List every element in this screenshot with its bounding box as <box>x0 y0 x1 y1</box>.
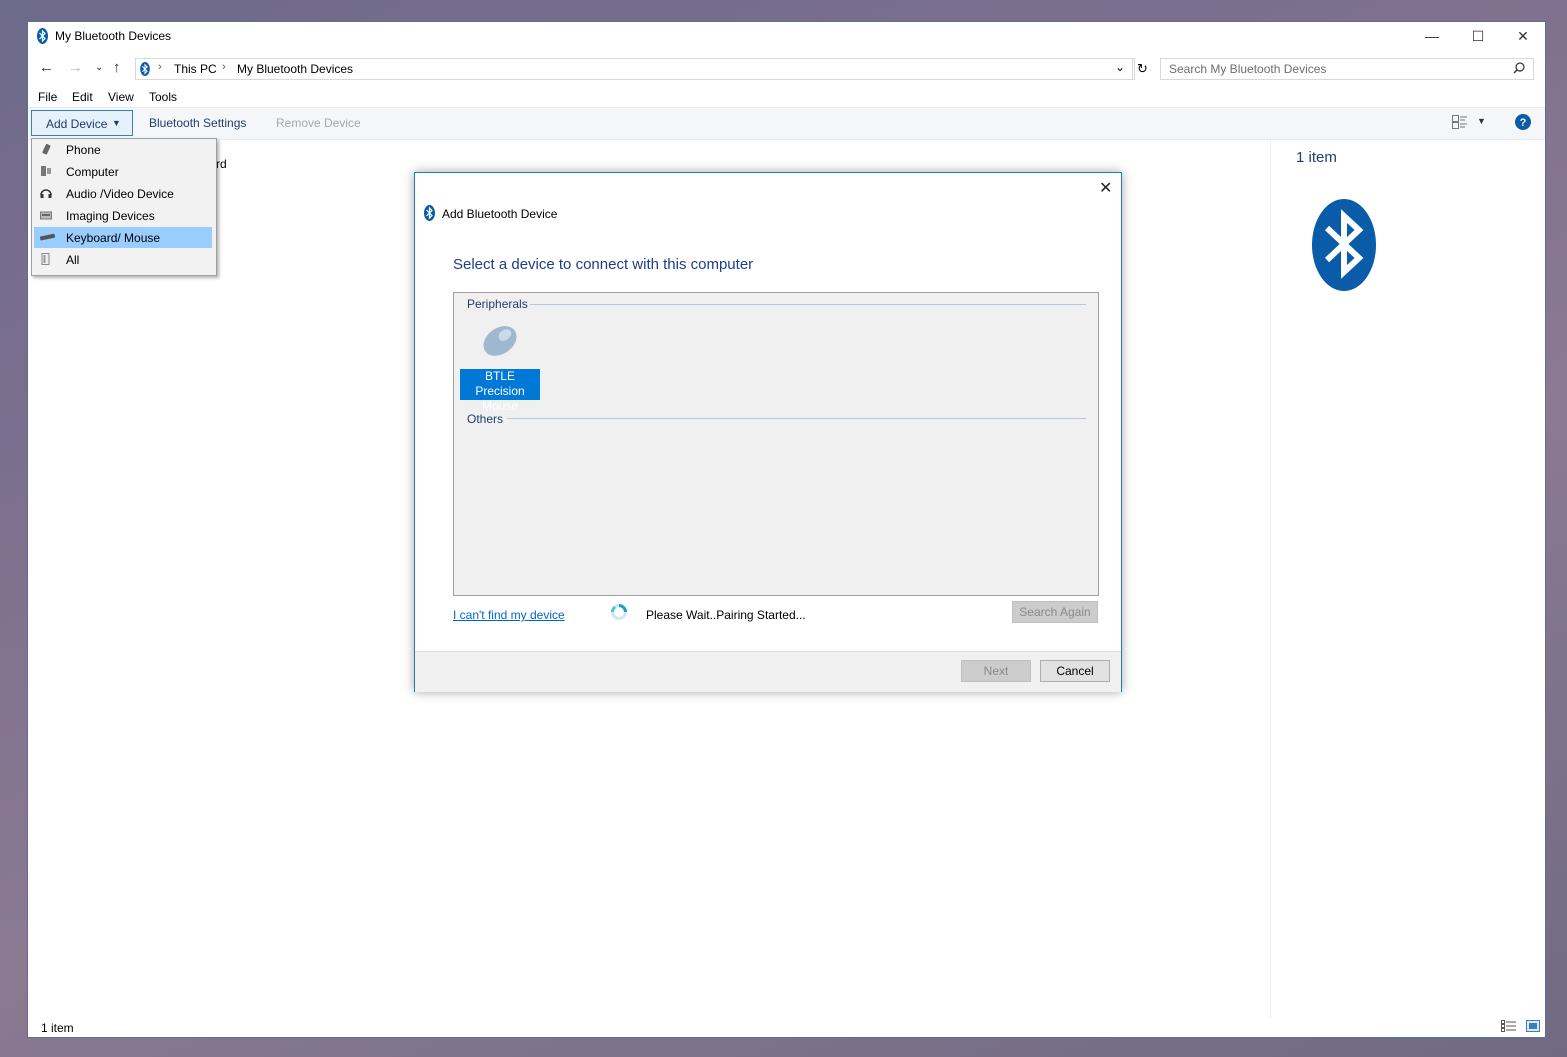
svg-text:?: ? <box>1520 117 1527 129</box>
add-device-dropdown-menu: Phone Computer Audio /Video Device Imagi… <box>31 138 217 276</box>
headphones-icon <box>40 187 52 199</box>
maximize-button[interactable]: ☐ <box>1455 22 1501 52</box>
menu-item-label: Phone <box>66 143 101 157</box>
menu-item-label: Keyboard/ Mouse <box>66 231 161 245</box>
remove-device-button[interactable]: Remove Device <box>276 116 361 130</box>
loading-spinner-icon <box>610 603 628 624</box>
phone-icon <box>40 143 52 155</box>
all-devices-icon <box>40 253 52 265</box>
breadcrumb-separator-icon: › <box>158 61 162 73</box>
group-divider <box>507 418 1086 419</box>
add-device-button[interactable]: Add Device ▼ <box>31 110 133 136</box>
menu-view[interactable]: View <box>108 90 134 104</box>
cant-find-device-link[interactable]: I can't find my device <box>453 608 565 622</box>
menu-file[interactable]: File <box>38 90 57 104</box>
menu-item-computer[interactable]: Computer <box>34 161 212 182</box>
recent-locations-chevron-icon[interactable]: ⌄ <box>95 62 103 73</box>
menu-tools[interactable]: Tools <box>149 90 177 104</box>
bluetooth-location-icon <box>140 62 150 79</box>
up-arrow-icon[interactable]: ↑ <box>113 59 121 76</box>
address-row: ← → ⌄ ↑ › This PC › My Bluetooth Devices… <box>28 56 1545 82</box>
dialog-close-button[interactable]: ✕ <box>1099 178 1112 198</box>
window-title: My Bluetooth Devices <box>55 29 172 43</box>
address-dropdown-chevron-icon[interactable]: ⌄ <box>1115 60 1125 74</box>
search-again-button[interactable]: Search Again <box>1012 601 1098 623</box>
details-item-count: 1 item <box>1296 149 1337 166</box>
bluetooth-large-icon <box>1311 198 1377 295</box>
title-bar: My Bluetooth Devices — ☐ ✕ <box>28 22 1545 52</box>
device-name-line1: BTLE Precision <box>475 369 525 398</box>
mouse-icon <box>478 321 522 364</box>
menu-edit[interactable]: Edit <box>72 90 93 104</box>
search-icon[interactable] <box>1513 62 1525 77</box>
help-icon[interactable]: ? <box>1515 114 1531 133</box>
address-bar[interactable]: › This PC › My Bluetooth Devices ⌄ ↻ <box>135 58 1148 80</box>
breadcrumb-separator-icon: › <box>222 61 226 73</box>
add-device-label: Add Device <box>46 117 108 131</box>
view-toggle-icons <box>1501 1020 1541 1035</box>
cancel-button[interactable]: Cancel <box>1040 660 1110 682</box>
close-button[interactable]: ✕ <box>1500 22 1546 52</box>
menu-item-label: All <box>66 253 80 267</box>
divider <box>1132 59 1133 79</box>
dialog-title: Add Bluetooth Device <box>442 207 558 221</box>
forward-arrow-icon[interactable]: → <box>68 59 83 76</box>
search-placeholder: Search My Bluetooth Devices <box>1169 62 1327 76</box>
menu-item-label: Computer <box>66 165 119 179</box>
device-name-label: BTLE Precision Mouse <box>460 369 540 413</box>
status-bar-item-count: 1 item <box>41 1021 74 1035</box>
menu-item-label: Audio /Video Device <box>66 187 174 201</box>
computer-icon <box>40 165 52 177</box>
back-arrow-icon[interactable]: ← <box>39 59 54 76</box>
command-bar: Add Device ▼ Bluetooth Settings Remove D… <box>28 107 1545 140</box>
menu-item-keyboard-mouse[interactable]: Keyboard/ Mouse <box>34 227 212 248</box>
group-others-label: Others <box>467 412 504 426</box>
bluetooth-settings-button[interactable]: Bluetooth Settings <box>149 116 246 130</box>
scanner-icon <box>40 209 52 221</box>
dropdown-arrow-icon: ▼ <box>112 118 121 128</box>
minimize-button[interactable]: — <box>1409 22 1455 52</box>
breadcrumb-my-bluetooth-devices[interactable]: My Bluetooth Devices <box>237 62 353 76</box>
view-options-arrow-icon[interactable]: ▼ <box>1477 116 1486 126</box>
device-list: Peripherals BTLE Precision Mouse Others <box>453 292 1099 596</box>
add-bluetooth-device-dialog: ✕ Add Bluetooth Device Select a device t… <box>414 172 1122 692</box>
dialog-footer: Next Cancel <box>415 651 1121 692</box>
dialog-heading: Select a device to connect with this com… <box>453 256 754 273</box>
details-pane-divider <box>1270 138 1271 1018</box>
change-view-icon[interactable] <box>1452 115 1468 132</box>
next-button[interactable]: Next <box>961 660 1031 682</box>
keyboard-icon <box>39 231 56 243</box>
details-view-icon[interactable] <box>1501 1020 1517 1035</box>
large-icons-view-icon[interactable] <box>1526 1020 1541 1035</box>
menu-item-all[interactable]: All <box>34 249 212 270</box>
bluetooth-icon <box>424 205 435 224</box>
pairing-status-text: Please Wait..Pairing Started... <box>646 608 806 622</box>
menu-item-imaging[interactable]: Imaging Devices <box>34 205 212 226</box>
menu-item-phone[interactable]: Phone <box>34 139 212 160</box>
background-list-fragment: rd <box>216 157 227 171</box>
refresh-icon[interactable]: ↻ <box>1137 61 1148 77</box>
bluetooth-icon <box>37 28 48 47</box>
search-input[interactable]: Search My Bluetooth Devices <box>1160 58 1534 80</box>
menu-item-audio-video[interactable]: Audio /Video Device <box>34 183 212 204</box>
breadcrumb-this-pc[interactable]: This PC <box>174 62 217 76</box>
menu-item-label: Imaging Devices <box>66 209 155 223</box>
group-peripherals-label: Peripherals <box>467 297 528 311</box>
group-divider <box>530 304 1086 305</box>
